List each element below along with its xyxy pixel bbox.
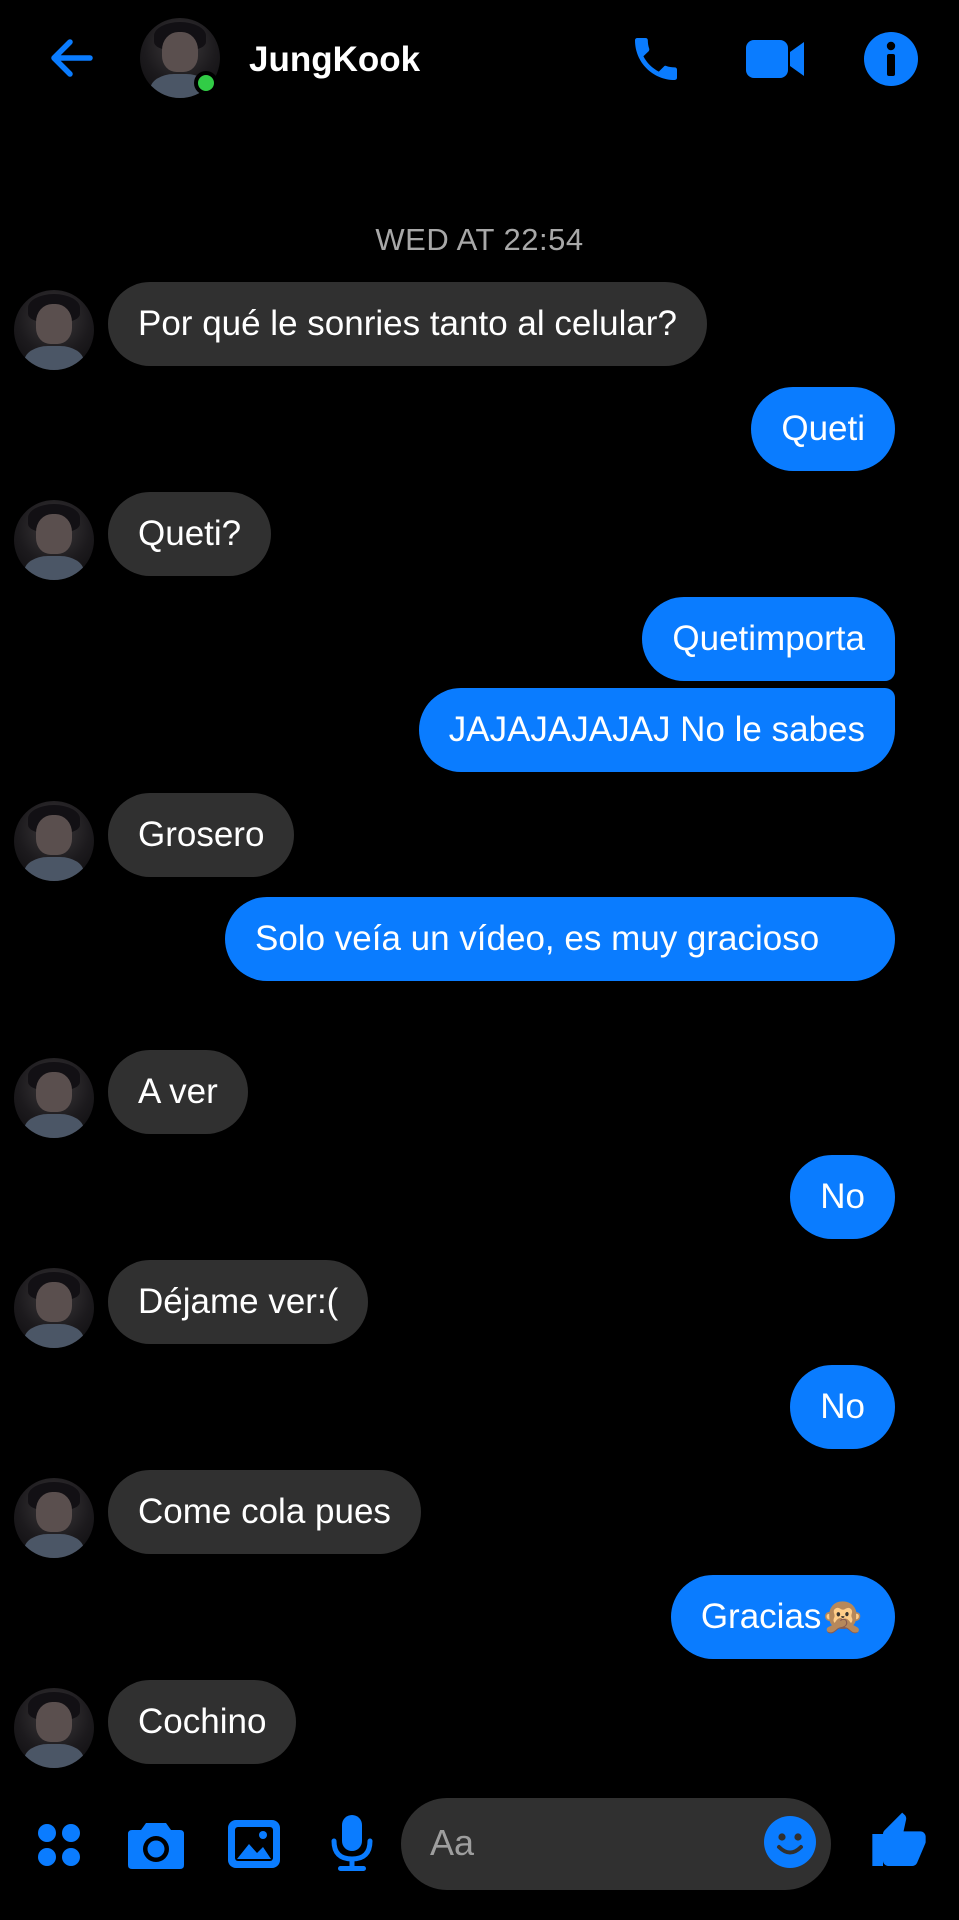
chat-header: JungKook xyxy=(0,0,959,124)
sender-avatar[interactable] xyxy=(14,1478,94,1558)
like-button[interactable] xyxy=(864,1806,934,1878)
message-row: Grosero xyxy=(0,793,959,881)
sender-avatar[interactable] xyxy=(14,801,94,881)
outgoing-message-bubble[interactable]: No xyxy=(790,1365,895,1449)
outgoing-message-bubble[interactable]: No xyxy=(790,1155,895,1239)
outgoing-message-bubble[interactable]: Solo veía un vídeo, es muy gracioso xyxy=(225,897,895,981)
sender-avatar[interactable] xyxy=(14,1268,94,1348)
avatar-shirt xyxy=(24,1534,84,1558)
avatar-shirt xyxy=(24,1114,84,1138)
back-arrow-icon xyxy=(51,39,93,77)
avatar-face xyxy=(36,1282,72,1322)
incoming-message-bubble[interactable]: Come cola pues xyxy=(108,1470,421,1554)
avatar-face xyxy=(36,1492,72,1532)
message-input-placeholder: Aa xyxy=(430,1822,475,1863)
avatar-face xyxy=(36,1702,72,1742)
message-row: Queti? xyxy=(0,492,959,580)
avatar-shirt xyxy=(24,1324,84,1348)
gallery-button[interactable] xyxy=(222,1812,286,1876)
message-row: Por qué le sonries tanto al celular? xyxy=(0,282,959,370)
message-row: Cochino xyxy=(0,1680,959,1768)
voice-call-button[interactable] xyxy=(625,28,687,90)
info-button[interactable] xyxy=(860,28,922,90)
message-row: Come cola pues xyxy=(0,1470,959,1558)
back-button[interactable] xyxy=(42,28,102,88)
outgoing-message-bubble[interactable]: Quetimporta xyxy=(642,597,895,681)
phone-icon xyxy=(635,38,677,80)
avatar-shirt xyxy=(24,556,84,580)
avatar-face xyxy=(36,815,72,855)
incoming-message-bubble[interactable]: Por qué le sonries tanto al celular? xyxy=(108,282,707,366)
info-icon xyxy=(864,32,918,86)
message-row: Solo veía un vídeo, es muy gracioso xyxy=(0,897,959,1029)
outgoing-message-bubble[interactable]: JAJAJAJAJAJ No le sabes xyxy=(418,688,895,772)
message-row: Déjame ver:( xyxy=(0,1260,959,1348)
incoming-message-bubble[interactable]: Grosero xyxy=(108,793,295,877)
microphone-icon xyxy=(331,1815,373,1871)
contact-name[interactable]: JungKook xyxy=(249,40,420,80)
avatar-face xyxy=(162,32,198,72)
avatar-shirt xyxy=(24,346,84,370)
emoji-button[interactable] xyxy=(762,1814,818,1870)
apps-grid-icon xyxy=(38,1824,80,1866)
outgoing-message-bubble[interactable]: Queti xyxy=(751,387,895,471)
outgoing-message-bubble[interactable]: Gracias🙊 xyxy=(670,1575,895,1659)
message-composer: Aa xyxy=(0,1790,959,1900)
message-row: Queti xyxy=(0,387,959,471)
camera-button[interactable] xyxy=(124,1812,188,1876)
message-row: JAJAJAJAJAJ No le sabes xyxy=(0,688,959,772)
message-row: A ver xyxy=(0,1050,959,1138)
emoji-icon xyxy=(764,1816,816,1868)
sender-avatar[interactable] xyxy=(14,290,94,370)
apps-button[interactable] xyxy=(28,1814,90,1876)
incoming-message-bubble[interactable]: A ver xyxy=(108,1050,248,1134)
sender-avatar[interactable] xyxy=(14,1058,94,1138)
message-row: Quetimporta xyxy=(0,597,959,681)
avatar-face xyxy=(36,1072,72,1112)
avatar-face xyxy=(36,304,72,344)
incoming-message-bubble[interactable]: Cochino xyxy=(108,1680,297,1764)
incoming-message-bubble[interactable]: Queti? xyxy=(108,492,272,576)
video-call-button[interactable] xyxy=(740,28,810,90)
camera-icon xyxy=(128,1823,184,1869)
conversation-timestamp: WED AT 22:54 xyxy=(375,222,584,257)
avatar-face xyxy=(36,514,72,554)
voice-message-button[interactable] xyxy=(324,1810,380,1876)
avatar-shirt xyxy=(24,857,84,881)
gallery-icon xyxy=(228,1820,280,1868)
online-status-dot xyxy=(194,71,218,95)
thumbs-up-icon xyxy=(872,1812,926,1866)
message-row: Gracias🙊 xyxy=(0,1575,959,1659)
sender-avatar[interactable] xyxy=(14,1688,94,1768)
incoming-message-bubble[interactable]: Déjame ver:( xyxy=(108,1260,369,1344)
video-camera-icon xyxy=(746,40,804,78)
message-row: No xyxy=(0,1365,959,1449)
message-row: No xyxy=(0,1155,959,1239)
sender-avatar[interactable] xyxy=(14,500,94,580)
avatar-shirt xyxy=(24,1744,84,1768)
